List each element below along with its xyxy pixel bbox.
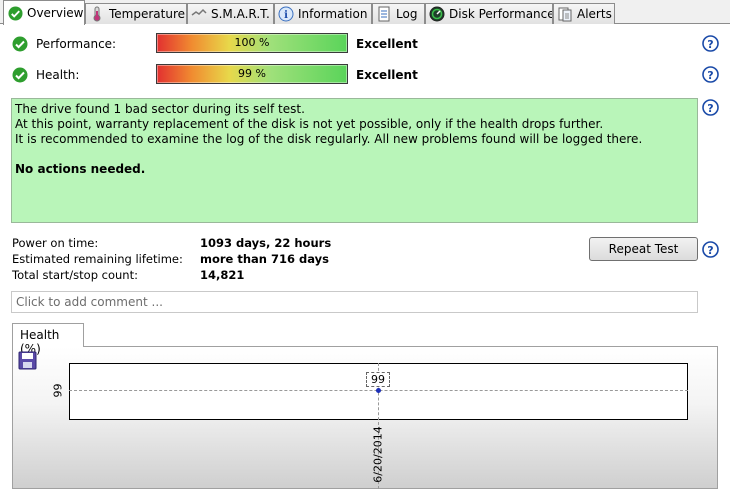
tab-disk-performance-label: Disk Performance — [449, 7, 553, 21]
message-line-3: It is recommended to examine the log of … — [15, 132, 643, 146]
log-icon — [376, 6, 392, 22]
tab-overview[interactable]: Overview — [3, 0, 85, 25]
health-bar: 99 % — [156, 64, 348, 84]
performance-help-icon[interactable]: ? — [702, 35, 719, 52]
tab-alerts-label: Alerts — [577, 7, 612, 21]
chart-ytick-label: 99 — [51, 383, 65, 398]
svg-text:i: i — [284, 10, 288, 21]
tab-disk-performance[interactable]: Disk Performance — [425, 3, 553, 24]
info-icon: i — [278, 6, 294, 22]
tab-health-chart[interactable]: Health (%) — [12, 323, 84, 356]
start-stop-value: 14,821 — [200, 268, 245, 282]
health-status: Excellent — [356, 68, 418, 82]
thermometer-icon — [89, 6, 105, 22]
smart-drive-icon — [191, 6, 207, 22]
performance-bar: 100 % — [156, 33, 348, 53]
power-on-label: Power on time: — [12, 236, 99, 250]
tab-bar: Overview Temperature S.M.A.R.T. i Inform… — [0, 0, 730, 25]
health-label: Health: — [36, 68, 80, 82]
tab-smart[interactable]: S.M.A.R.T. — [187, 3, 274, 24]
tab-temperature-label: Temperature — [109, 7, 186, 21]
chart-xtick-label: 6/20/2014 — [371, 426, 385, 483]
remaining-lifetime-label: Estimated remaining lifetime: — [12, 252, 183, 266]
message-action: No actions needed. — [15, 162, 146, 176]
health-check-icon — [12, 67, 28, 83]
tab-information-label: Information — [298, 7, 368, 21]
tab-alerts[interactable]: Alerts — [553, 3, 615, 24]
performance-status: Excellent — [356, 37, 418, 51]
green-check-icon — [7, 5, 23, 21]
health-value: 99 % — [238, 67, 266, 80]
tab-overview-label: Overview — [27, 6, 84, 20]
start-stop-label: Total start/stop count: — [12, 268, 138, 282]
performance-label: Performance: — [36, 37, 117, 51]
status-message-box: The drive found 1 bad sector during its … — [11, 98, 698, 223]
performance-check-icon — [12, 36, 28, 52]
message-line-2: At this point, warranty replacement of t… — [15, 117, 604, 131]
performance-value: 100 % — [234, 36, 270, 49]
tab-log-label: Log — [396, 7, 418, 21]
svg-text:?: ? — [707, 102, 713, 115]
tab-log[interactable]: Log — [372, 3, 425, 24]
tab-temperature[interactable]: Temperature — [85, 3, 187, 24]
remaining-lifetime-value: more than 716 days — [200, 252, 329, 266]
svg-text:?: ? — [707, 69, 713, 82]
message-help-icon[interactable]: ? — [702, 99, 719, 116]
alerts-document-icon — [557, 6, 573, 22]
svg-text:?: ? — [707, 244, 713, 257]
svg-text:?: ? — [707, 38, 713, 51]
power-on-value: 1093 days, 22 hours — [200, 236, 332, 250]
chart-data-label: 99 — [366, 372, 390, 387]
save-icon[interactable] — [18, 351, 37, 370]
tab-information[interactable]: i Information — [274, 3, 372, 24]
health-help-icon[interactable]: ? — [702, 66, 719, 83]
message-line-1: The drive found 1 bad sector during its … — [15, 102, 305, 116]
repeat-test-help-icon[interactable]: ? — [702, 241, 719, 258]
tab-smart-label: S.M.A.R.T. — [211, 7, 270, 21]
performance-gauge-icon — [429, 6, 445, 22]
repeat-test-button[interactable]: Repeat Test — [589, 237, 698, 261]
comment-field[interactable]: Click to add comment ... — [11, 291, 698, 313]
chart-data-point — [376, 388, 381, 393]
